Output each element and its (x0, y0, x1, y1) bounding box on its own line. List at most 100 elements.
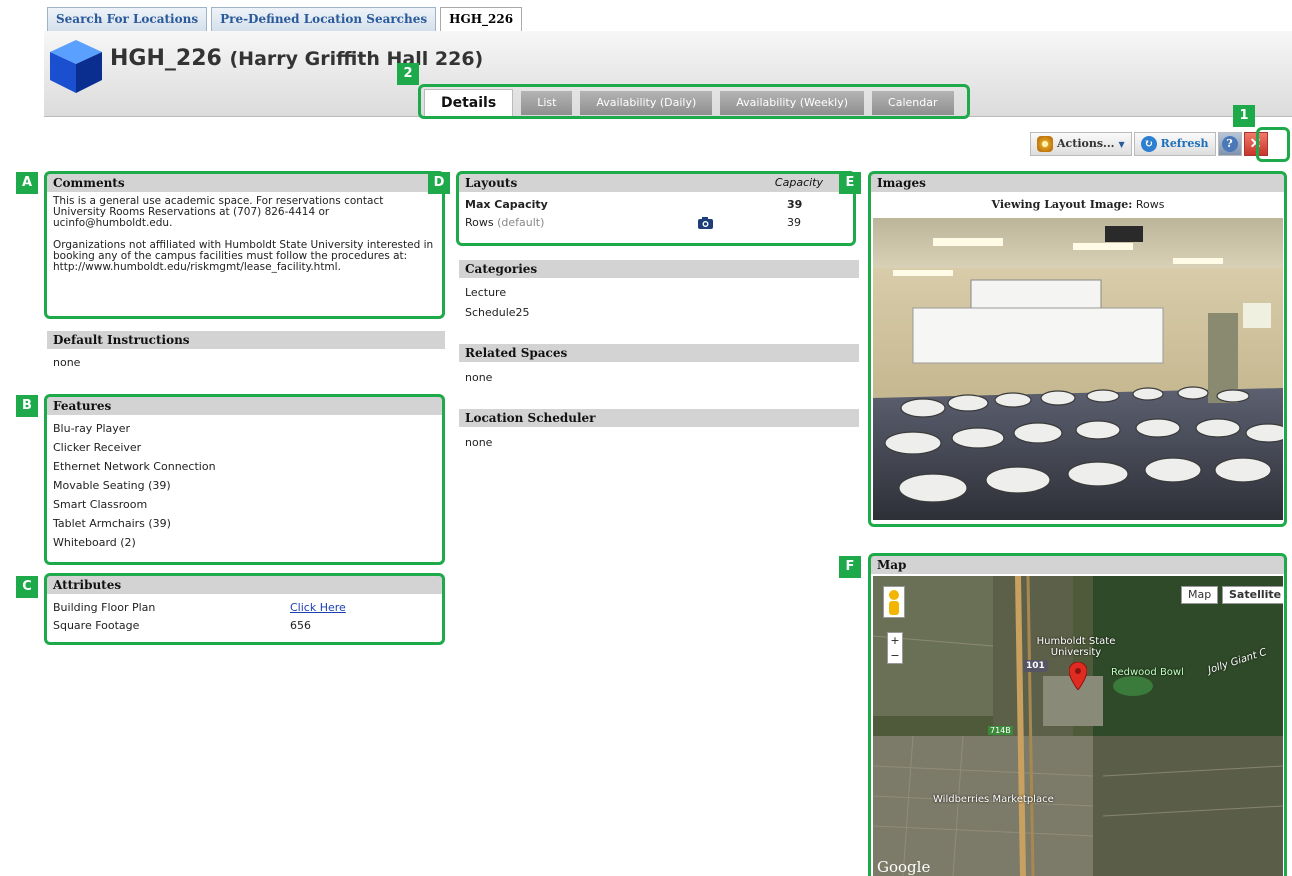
tab-hgh-226[interactable]: HGH_226 (440, 7, 523, 31)
detail-tabs: Details List Availability (Daily) Availa… (424, 89, 954, 117)
tab-availability-weekly[interactable]: Availability (Weekly) (720, 91, 865, 115)
top-tabs: Search For Locations Pre-Defined Locatio… (47, 7, 523, 31)
callout-badge-2: 2 (397, 63, 419, 85)
tab-predefined-location-searches[interactable]: Pre-Defined Location Searches (211, 7, 437, 31)
classroom-photo[interactable] (873, 218, 1283, 520)
map-panel: Map (871, 556, 1285, 574)
callout-badge-c: C (16, 576, 38, 598)
category-item: Schedule25 (465, 306, 530, 319)
close-button[interactable]: ✕ (1243, 132, 1268, 156)
attribute-name: Square Footage (53, 619, 140, 632)
categories-title: Categories (459, 260, 859, 278)
callout-badge-f: F (839, 556, 861, 578)
layout-name: Rows (default) (465, 214, 698, 232)
location-cube-icon (50, 40, 102, 93)
default-instructions-panel: Default Instructions none (47, 331, 445, 372)
map-type-satellite-button[interactable]: Satellite (1222, 586, 1283, 604)
location-pin-icon[interactable] (1069, 662, 1087, 690)
help-icon: ? (1221, 136, 1238, 152)
layouts-panel: Layouts Capacity Max Capacity 39 Rows (d… (459, 174, 853, 232)
layouts-title: Layouts (465, 176, 518, 190)
feature-item: Smart Classroom (53, 498, 148, 511)
map-type-map-button[interactable]: Map (1181, 586, 1219, 604)
layout-row-capacity: 39 (787, 216, 801, 229)
location-scheduler-value: none (465, 436, 493, 449)
tab-calendar[interactable]: Calendar (872, 91, 954, 115)
default-instructions-value: none (53, 356, 81, 369)
location-scheduler-title: Location Scheduler (459, 409, 859, 427)
comments-paragraph-2: Organizations not affiliated with Humbol… (53, 239, 434, 273)
feature-item: Clicker Receiver (53, 441, 142, 454)
satellite-map[interactable]: Map Satellite + − 101 Humboldt State Uni… (873, 576, 1283, 876)
help-button[interactable]: ? (1217, 132, 1242, 156)
camera-icon[interactable] (698, 214, 787, 232)
floor-plan-link[interactable]: Click Here (290, 599, 346, 617)
zoom-out-icon[interactable]: − (888, 648, 902, 663)
refresh-label: Refresh (1160, 137, 1209, 150)
max-capacity-value: 39 (787, 198, 803, 211)
highway-101-shield: 101 (1023, 660, 1048, 672)
zoom-control: + − (887, 632, 903, 664)
related-spaces-panel: Related Spaces none (459, 344, 859, 387)
feature-item: Tablet Armchairs (39) (53, 517, 171, 530)
street-view-pegman-icon[interactable] (883, 586, 905, 618)
attribute-row: Building Floor Plan Click Here (47, 599, 442, 617)
map-label-redwood-bowl: Redwood Bowl (1111, 667, 1184, 678)
chevron-down-icon: ▼ (1118, 139, 1125, 149)
refresh-icon: ↻ (1140, 136, 1157, 152)
callout-badge-a: A (16, 172, 38, 194)
layout-row-name: Rows (465, 216, 494, 229)
max-capacity-row: Max Capacity 39 (459, 196, 853, 214)
related-spaces-title: Related Spaces (459, 344, 859, 362)
map-title: Map (871, 556, 1285, 574)
location-scheduler-panel: Location Scheduler none (459, 409, 859, 452)
attribute-name: Building Floor Plan (53, 601, 156, 614)
images-title: Images (871, 174, 1285, 192)
attribute-row: Square Footage 656 (47, 617, 442, 635)
actions-button[interactable]: Actions... ▼ (1030, 132, 1132, 156)
comments-paragraph-1: This is a general use academic space. Fo… (53, 195, 384, 229)
feature-item: Blu-ray Player (53, 422, 131, 435)
tab-availability-daily[interactable]: Availability (Daily) (580, 91, 713, 115)
comments-title: Comments (47, 174, 442, 192)
close-icon: ✕ (1249, 136, 1262, 152)
tab-search-for-locations[interactable]: Search For Locations (47, 7, 208, 31)
feature-item: Ethernet Network Connection (53, 460, 216, 473)
feature-item: Movable Seating (39) (53, 479, 171, 492)
features-panel: Features Blu-ray Player Clicker Receiver… (47, 397, 442, 552)
related-spaces-value: none (465, 371, 493, 384)
comments-body: This is a general use academic space. Fo… (47, 192, 442, 277)
attribute-value: 656 (290, 619, 311, 632)
map-label-wildberries: Wildberries Marketplace (933, 794, 1054, 805)
page-title: HGH_226 (Harry Griffith Hall 226) (110, 46, 483, 71)
viewing-layout-value: Rows (1135, 198, 1165, 211)
default-instructions-title: Default Instructions (47, 331, 445, 349)
attributes-title: Attributes (47, 576, 442, 594)
features-list: Blu-ray Player Clicker Receiver Ethernet… (47, 415, 442, 552)
google-logo: Google (877, 858, 931, 876)
images-panel: Images Viewing Layout Image: Rows (871, 174, 1285, 217)
refresh-button[interactable]: ↻ Refresh (1133, 132, 1216, 156)
page-title-code: HGH_226 (110, 46, 222, 71)
categories-panel: Categories Lecture Schedule25 (459, 260, 859, 323)
tab-details[interactable]: Details (424, 89, 514, 117)
map-imagery (873, 576, 1283, 876)
comments-panel: Comments This is a general use academic … (47, 174, 442, 277)
layout-default-tag: (default) (497, 216, 545, 229)
layouts-header: Layouts Capacity (459, 174, 853, 192)
page-title-subtitle: (Harry Griffith Hall 226) (229, 48, 484, 70)
callout-badge-b: B (16, 395, 38, 417)
tab-list[interactable]: List (521, 91, 573, 115)
zoom-in-icon[interactable]: + (888, 633, 902, 648)
layout-row-rows[interactable]: Rows (default) 39 (459, 214, 853, 232)
exit-714b-label: 714B (988, 726, 1013, 735)
feature-item: Whiteboard (2) (53, 536, 136, 549)
callout-badge-1: 1 (1233, 105, 1255, 127)
callout-badge-e: E (839, 172, 861, 194)
capacity-column-header: Capacity (774, 176, 823, 189)
actions-label: Actions... (1057, 137, 1115, 150)
toolbar: Actions... ▼ ↻ Refresh ? ✕ (1030, 132, 1268, 156)
callout-badge-d: D (428, 172, 450, 194)
map-label-university: Humboldt State University (1036, 636, 1116, 658)
gear-icon (1037, 136, 1053, 152)
